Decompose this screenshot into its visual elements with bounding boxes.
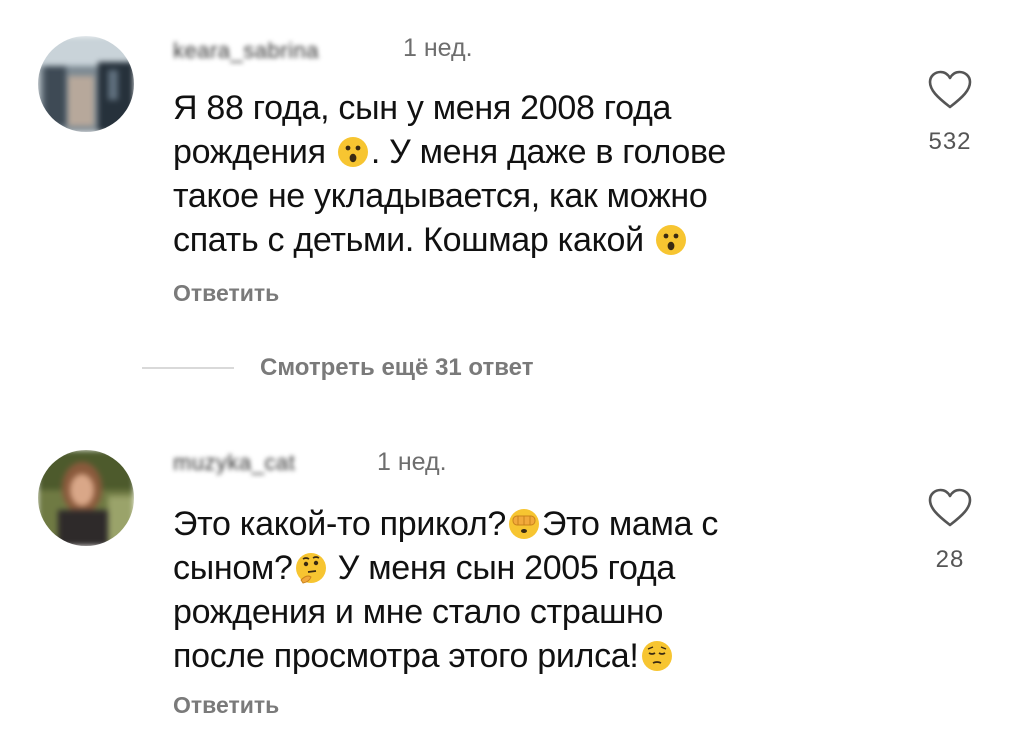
heart-icon[interactable] bbox=[928, 488, 972, 528]
comment-line: Это какой-то прикол? Это мама с bbox=[173, 505, 719, 543]
avatar[interactable] bbox=[38, 36, 134, 132]
hushed-face-emoji bbox=[337, 137, 368, 167]
like-count: 532 bbox=[928, 128, 972, 155]
avatar[interactable] bbox=[38, 450, 134, 546]
comment-line: после просмотра этого рилса! bbox=[173, 634, 873, 678]
timestamp: 1 нед. bbox=[403, 34, 473, 62]
comment-item: keara_sabrina 1 нед. Я 88 года, сын у ме… bbox=[0, 0, 1024, 330]
face-with-hand-over-eyes-emoji bbox=[509, 509, 540, 539]
reply-button[interactable]: Ответить bbox=[173, 280, 279, 307]
like-count: 28 bbox=[935, 546, 965, 573]
username[interactable]: muzyka_cat bbox=[173, 450, 295, 476]
comment-item: muzyka_cat 1 нед. Это какой-то прикол? Эт… bbox=[0, 420, 1024, 750]
hushed-face-emoji bbox=[655, 225, 686, 255]
comment-text: Я 88 года, сын у меня 2008 года рождения… bbox=[173, 86, 873, 262]
username[interactable]: keara_sabrina bbox=[173, 38, 319, 64]
reply-button[interactable]: Ответить bbox=[173, 692, 279, 719]
comment-line: рождения . У меня даже в голове bbox=[173, 133, 727, 171]
comment-text: Это какой-то прикол? Это мама с сыном? У … bbox=[173, 502, 873, 678]
like-control: 532 bbox=[910, 70, 990, 156]
comment-line: такое не укладывается, как можно bbox=[173, 177, 708, 215]
timestamp: 1 нед. bbox=[377, 448, 447, 476]
comment-line: рождения и мне стало страшно bbox=[173, 593, 664, 631]
comment-line: Я 88 года, сын у меня 2008 года bbox=[173, 89, 672, 127]
replies-divider bbox=[142, 367, 234, 369]
view-more-replies-label[interactable]: Смотреть ещё 31 ответ bbox=[260, 354, 533, 382]
thinking-face-emoji bbox=[295, 553, 326, 584]
comment-line: спать с детьми. Кошмар какой bbox=[173, 218, 873, 262]
pensive-face-emoji bbox=[641, 641, 672, 671]
heart-icon[interactable] bbox=[928, 70, 972, 110]
view-more-replies[interactable]: Смотреть ещё 31 ответ bbox=[142, 348, 533, 388]
comment-line: сыном? У меня сын 2005 года bbox=[173, 549, 676, 587]
like-control: 28 bbox=[910, 488, 990, 574]
